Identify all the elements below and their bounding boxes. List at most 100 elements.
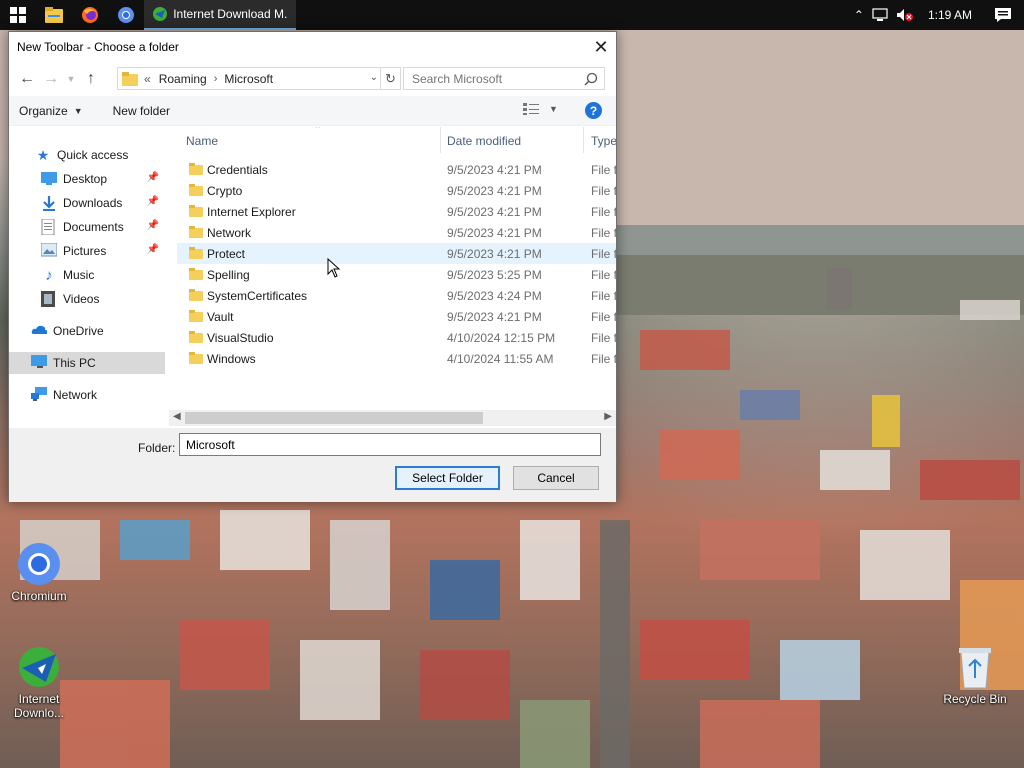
up-button[interactable]: ↑ bbox=[79, 67, 103, 91]
organize-button[interactable]: Organize ▼ bbox=[19, 104, 83, 118]
nav-videos[interactable]: Videos bbox=[9, 288, 165, 310]
scroll-left-icon[interactable]: ◀ bbox=[173, 411, 181, 422]
chromium-icon bbox=[18, 543, 60, 585]
file-row[interactable]: Protect 9/5/2023 4:21 PM File fo bbox=[177, 243, 616, 264]
file-row[interactable]: Vault 9/5/2023 4:21 PM File fo bbox=[177, 306, 616, 327]
address-bar[interactable]: « Roaming › Microsoft ⌄ ↻ bbox=[117, 67, 401, 90]
folder-icon bbox=[189, 352, 203, 364]
scrollbar-thumb[interactable] bbox=[185, 412, 483, 424]
file-row[interactable]: Credentials 9/5/2023 4:21 PM File fo bbox=[177, 159, 616, 180]
file-date: 4/10/2024 12:15 PM bbox=[447, 330, 556, 345]
column-divider[interactable] bbox=[440, 127, 441, 153]
search-input[interactable] bbox=[412, 71, 582, 86]
command-bar: Organize ▼ New folder ▼ ? bbox=[9, 96, 616, 126]
nav-desktop[interactable]: Desktop 📌 bbox=[9, 168, 165, 190]
file-row[interactable]: Spelling 9/5/2023 5:25 PM File fo bbox=[177, 264, 616, 285]
nav-downloads[interactable]: Downloads 📌 bbox=[9, 192, 165, 214]
breadcrumb-microsoft[interactable]: Microsoft bbox=[224, 72, 273, 86]
clock[interactable]: 1:19 AM bbox=[928, 8, 972, 22]
file-type: File fo bbox=[591, 351, 616, 366]
dialog-titlebar[interactable]: New Toolbar - Choose a folder ✕ bbox=[9, 32, 616, 62]
documents-icon bbox=[41, 219, 55, 235]
refresh-button[interactable]: ↻ bbox=[380, 68, 400, 89]
navigation-pane: ★ Quick access Desktop 📌 Downloads 📌 Doc… bbox=[9, 127, 167, 427]
file-date: 9/5/2023 4:24 PM bbox=[447, 288, 542, 303]
file-name: Internet Explorer bbox=[207, 204, 296, 219]
folder-icon bbox=[189, 163, 203, 175]
recent-locations-button[interactable]: ▼ bbox=[63, 67, 79, 91]
scroll-right-icon[interactable]: ▶ bbox=[604, 411, 612, 422]
breadcrumb-roaming[interactable]: Roaming bbox=[159, 72, 207, 86]
idm-icon bbox=[153, 7, 167, 21]
select-folder-button[interactable]: Select Folder bbox=[395, 466, 500, 490]
file-type: File fo bbox=[591, 267, 616, 282]
chevron-up-icon[interactable]: ⌃ bbox=[854, 8, 864, 22]
column-name-label: Name bbox=[186, 134, 219, 148]
nav-pictures[interactable]: Pictures 📌 bbox=[9, 240, 165, 262]
file-row[interactable]: Internet Explorer 9/5/2023 4:21 PM File fo bbox=[177, 201, 616, 222]
idm-taskbar-button[interactable]: Internet Download M... bbox=[144, 0, 296, 30]
file-name: Windows bbox=[207, 351, 256, 366]
nav-label: Pictures bbox=[63, 244, 107, 258]
mouse-cursor-icon bbox=[327, 258, 341, 278]
breadcrumb-overflow[interactable]: « bbox=[144, 72, 151, 86]
desktop-icon-chromium[interactable]: Chromium bbox=[4, 541, 74, 603]
column-header-type[interactable]: Type bbox=[591, 127, 616, 155]
nav-onedrive[interactable]: OneDrive bbox=[9, 320, 165, 342]
column-header-date[interactable]: Date modified bbox=[447, 127, 521, 155]
horizontal-scrollbar[interactable]: ◀ ▶ bbox=[169, 410, 616, 426]
help-icon: ? bbox=[589, 103, 598, 118]
file-row[interactable]: Crypto 9/5/2023 4:21 PM File fo bbox=[177, 180, 616, 201]
new-folder-button[interactable]: New folder bbox=[113, 104, 170, 118]
close-button[interactable]: ✕ bbox=[586, 32, 616, 62]
nav-this-pc[interactable]: This PC bbox=[9, 352, 165, 374]
firefox-icon bbox=[82, 7, 98, 23]
file-row[interactable]: SystemCertificates 9/5/2023 4:24 PM File f… bbox=[177, 285, 616, 306]
folder-name-input[interactable] bbox=[179, 433, 601, 456]
nav-label: Music bbox=[63, 268, 95, 282]
pin-icon[interactable]: 📌 bbox=[147, 220, 159, 231]
search-box[interactable] bbox=[403, 67, 605, 90]
pin-icon[interactable]: 📌 bbox=[147, 244, 159, 255]
pin-icon[interactable]: 📌 bbox=[147, 196, 159, 207]
chromium-taskbar-button[interactable] bbox=[108, 0, 144, 30]
nav-label: This PC bbox=[53, 356, 96, 370]
column-divider[interactable] bbox=[583, 127, 584, 153]
nav-label: Desktop bbox=[63, 172, 108, 186]
column-header-name[interactable]: Name bbox=[186, 127, 218, 155]
help-button[interactable]: ? bbox=[585, 102, 602, 119]
nav-label: Network bbox=[53, 388, 98, 402]
chromium-icon bbox=[118, 7, 134, 23]
network-tray-icon[interactable] bbox=[872, 8, 888, 22]
file-explorer-taskbar-button[interactable] bbox=[36, 0, 72, 30]
folder-icon bbox=[122, 71, 138, 86]
taskbar: Internet Download M... ⌃ 1:19 AM bbox=[0, 0, 1024, 30]
pin-icon[interactable]: 📌 bbox=[147, 172, 159, 183]
chevron-right-icon[interactable]: › bbox=[214, 73, 218, 85]
file-row[interactable]: Windows 4/10/2024 11:55 AM File fo bbox=[177, 348, 616, 369]
start-button[interactable] bbox=[0, 0, 36, 30]
nav-documents[interactable]: Documents 📌 bbox=[9, 216, 165, 238]
file-row[interactable]: Network 9/5/2023 4:21 PM File fo bbox=[177, 222, 616, 243]
nav-quick-access[interactable]: ★ Quick access bbox=[9, 144, 165, 166]
back-button[interactable]: ← bbox=[15, 67, 39, 91]
desktop-icon-recycle-bin[interactable]: Recycle Bin bbox=[940, 644, 1010, 706]
file-explorer-icon bbox=[45, 7, 63, 23]
file-date: 9/5/2023 4:21 PM bbox=[447, 225, 542, 240]
nav-music[interactable]: ♪ Music bbox=[9, 264, 165, 286]
view-options-button[interactable]: ▼ bbox=[523, 103, 558, 115]
firefox-taskbar-button[interactable] bbox=[72, 0, 108, 30]
notifications-icon[interactable] bbox=[994, 7, 1012, 23]
file-row[interactable]: VisualStudio 4/10/2024 12:15 PM File fo bbox=[177, 327, 616, 348]
dialog-footer: Folder: Select Folder Cancel bbox=[9, 428, 616, 502]
caret-down-icon: ▼ bbox=[549, 104, 558, 114]
idm-taskbar-label: Internet Download M... bbox=[173, 7, 288, 21]
desktop-icon-idm[interactable]: Internet Downlo... bbox=[4, 644, 74, 720]
cancel-button[interactable]: Cancel bbox=[513, 466, 599, 490]
volume-muted-icon[interactable] bbox=[896, 8, 914, 22]
address-dropdown-icon[interactable]: ⌄ bbox=[370, 72, 378, 83]
nav-network[interactable]: Network bbox=[9, 384, 165, 406]
forward-button[interactable]: → bbox=[39, 67, 63, 91]
desktop-icon-label: Internet Downlo... bbox=[13, 692, 65, 720]
search-icon bbox=[584, 72, 598, 86]
